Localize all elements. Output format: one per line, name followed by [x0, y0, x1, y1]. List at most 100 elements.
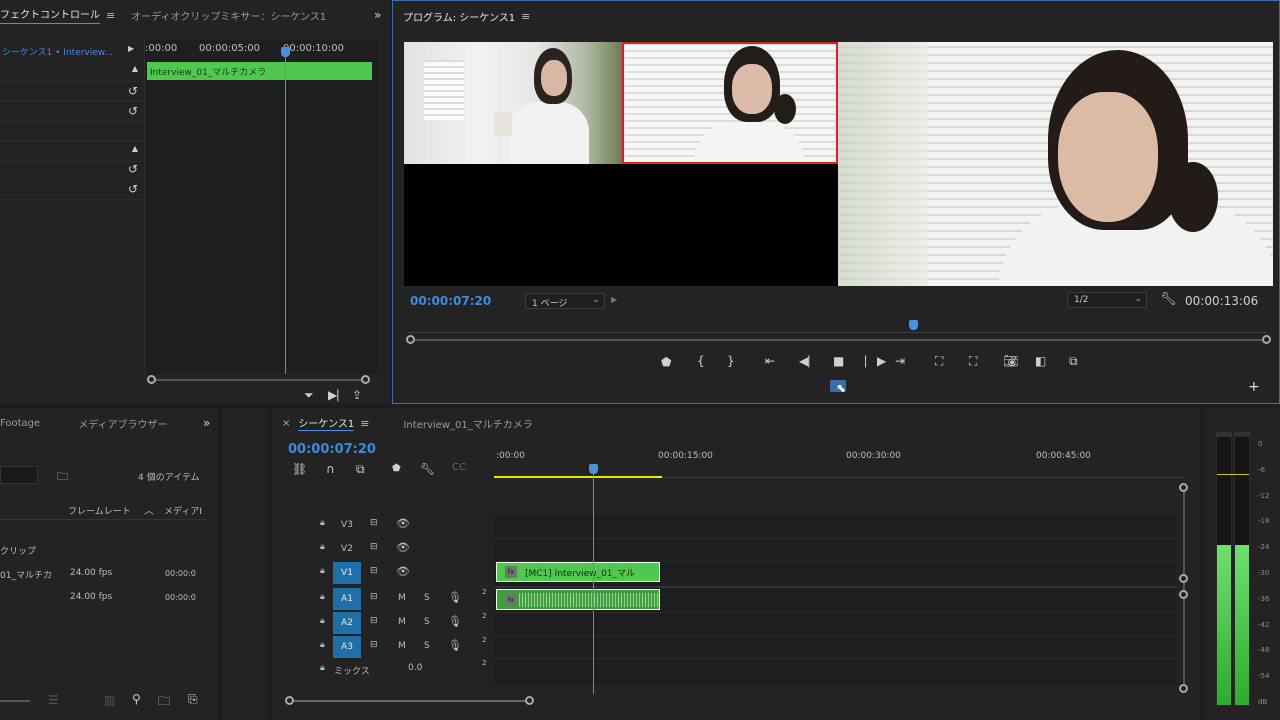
program-timecode[interactable]: 00:00:07:20 [410, 294, 491, 308]
new-bin-icon[interactable]: 🗀 [158, 692, 170, 713]
mix-value[interactable]: 0.0 [408, 663, 422, 673]
lock-icon[interactable]: 🔒︎ [320, 566, 325, 576]
program-scrollbar[interactable] [411, 339, 1267, 341]
sync-lock-icon[interactable]: ⊟ [370, 592, 378, 602]
reset-icon[interactable]: ↺ [128, 162, 138, 176]
add-marker-icon[interactable]: ⬟ [392, 463, 401, 474]
sync-lock-icon[interactable]: ⊟ [370, 518, 378, 528]
track-target-v1[interactable]: V1 [333, 562, 361, 584]
effect-playhead[interactable] [285, 48, 286, 374]
mark-out-icon[interactable]: } [727, 354, 735, 368]
microphone-icon[interactable]: 🎙︎ [448, 591, 462, 604]
scroll-handle[interactable] [147, 375, 156, 384]
eye-icon[interactable]: 👁︎ [396, 565, 410, 578]
list-view-icon[interactable]: ☰ [48, 693, 59, 707]
program-scrub-ruler[interactable] [409, 319, 1267, 333]
track-target-a3[interactable]: A3 [333, 636, 361, 658]
scroll-handle[interactable] [285, 696, 294, 705]
lock-icon[interactable]: 🔒︎ [320, 640, 325, 650]
meter-solo-button[interactable] [1234, 432, 1250, 436]
linked-selection-icon[interactable]: ⧉ [356, 462, 365, 477]
scroll-handle[interactable] [406, 335, 415, 344]
tab-effect-controls[interactable]: エフェクトコントロール [0, 6, 100, 24]
scroll-handle[interactable] [1179, 574, 1188, 583]
multicam-angle-3[interactable] [404, 164, 622, 286]
tab-multicam-source[interactable]: Interview_01_マルチカメラ [403, 416, 532, 431]
project-row[interactable]: 01_マルチカ 24.00 fps 00:00:0 [0, 564, 206, 584]
project-zoom-slider[interactable] [0, 700, 30, 702]
microphone-icon[interactable]: 🎙︎ [448, 639, 462, 652]
lock-icon[interactable]: 🔒︎ [320, 518, 325, 528]
export-icon[interactable]: ⇪ [352, 388, 362, 402]
work-area-bar[interactable] [494, 476, 662, 478]
expand-arrow-icon[interactable]: ▶ [128, 44, 134, 53]
track-target-v3[interactable]: V3 [333, 514, 361, 536]
scroll-handle[interactable] [1179, 684, 1188, 693]
column-media[interactable]: メディアI [164, 504, 202, 517]
solo-button[interactable]: S [424, 617, 430, 627]
scroll-handle[interactable] [1179, 483, 1188, 492]
timeline-ruler[interactable]: :00:00 00:00:15:00 00:00:30:00 00:00:45:… [494, 448, 1184, 478]
track-target-v2[interactable]: V2 [333, 538, 361, 560]
mute-button[interactable]: M [398, 593, 406, 603]
tab-media-browser[interactable]: メディアブラウザー [78, 416, 167, 431]
comparison-view-icon[interactable]: ◧ [1035, 354, 1046, 368]
sync-lock-icon[interactable]: ⊟ [370, 542, 378, 552]
collapse-icon[interactable]: ▲ [132, 64, 138, 73]
tab-audio-clip-mixer[interactable]: オーディオクリップミキサー：シーケンス1 [131, 8, 326, 23]
close-tab-icon[interactable]: × [282, 418, 290, 429]
mark-in-icon[interactable]: { [697, 354, 705, 368]
video-clip[interactable]: fx [MC1] Interview_01_マル [496, 562, 660, 582]
scroll-handle[interactable] [1262, 335, 1271, 344]
project-search-input[interactable] [0, 466, 38, 484]
wrench-icon[interactable]: 🔧︎ [420, 462, 435, 476]
panel-overflow-icon[interactable]: » [374, 8, 381, 22]
page-select[interactable]: 1 ページ ⌄ [525, 293, 605, 309]
solo-button[interactable]: S [424, 641, 430, 651]
add-marker-icon[interactable]: ⬟ [661, 355, 671, 369]
resolution-select[interactable]: 1/2 ⌄ [1067, 292, 1147, 308]
sort-arrow-icon[interactable]: ︿ [144, 502, 154, 517]
eye-icon[interactable]: 👁︎ [396, 541, 410, 554]
panel-overflow-icon[interactable]: » [203, 416, 210, 430]
lock-icon[interactable]: 🔒︎ [320, 663, 325, 673]
lock-icon[interactable]: 🔒︎ [320, 542, 325, 552]
effect-controls-menu-icon[interactable]: ≡ [106, 9, 115, 22]
find-icon[interactable]: ⚲ [132, 692, 141, 706]
program-playhead[interactable] [909, 320, 918, 330]
lift-icon[interactable]: ⛶ [935, 354, 943, 369]
mute-button[interactable]: M [398, 617, 406, 627]
timeline-vscroll[interactable] [1183, 488, 1185, 688]
eye-icon[interactable]: 👁︎ [396, 517, 410, 530]
audio-clip[interactable]: fx [496, 589, 660, 610]
lock-icon[interactable]: 🔒︎ [320, 616, 325, 626]
new-item-icon[interactable]: ⎘ [188, 692, 198, 707]
camera-icon[interactable]: 📷︎ [1003, 354, 1018, 368]
vr-video-icon[interactable]: ⧉ [1069, 354, 1078, 369]
project-row[interactable]: 24.00 fps 00:00:0 [0, 588, 206, 608]
go-to-in-icon[interactable]: ⇤ [765, 354, 775, 368]
sync-lock-icon[interactable]: ⊟ [370, 566, 378, 576]
multicam-angle-4[interactable] [622, 164, 838, 286]
reset-icon[interactable]: ↺ [128, 84, 138, 98]
mute-button[interactable]: M [398, 641, 406, 651]
captions-icon[interactable]: CC [452, 462, 466, 473]
timeline-timecode[interactable]: 00:00:07:20 [288, 442, 376, 457]
effect-scrollbar[interactable] [150, 379, 366, 381]
multicam-angle-1[interactable] [404, 42, 622, 164]
sync-lock-icon[interactable]: ⊟ [370, 640, 378, 650]
sequence-source-label[interactable]: シーケンス1 • Interview... ▶ [0, 42, 144, 62]
multicam-angle-2[interactable] [622, 42, 838, 164]
scroll-handle[interactable] [525, 696, 534, 705]
program-title[interactable]: プログラム: シーケンス1 [403, 9, 515, 24]
timeline-hscroll[interactable] [290, 700, 530, 702]
program-menu-icon[interactable]: ≡ [521, 10, 530, 23]
column-framerate[interactable]: フレームレート [68, 504, 131, 517]
icon-view-icon[interactable]: ▥ [104, 693, 115, 707]
timeline-playhead-handle[interactable] [589, 464, 598, 474]
extract-icon[interactable]: ⛶ [969, 354, 977, 369]
track-target-a2[interactable]: A2 [333, 612, 361, 634]
nest-toggle-icon[interactable]: ⛓ [292, 462, 307, 476]
lock-icon[interactable]: 🔒︎ [320, 592, 325, 602]
timeline-menu-icon[interactable]: ≡ [360, 417, 369, 430]
